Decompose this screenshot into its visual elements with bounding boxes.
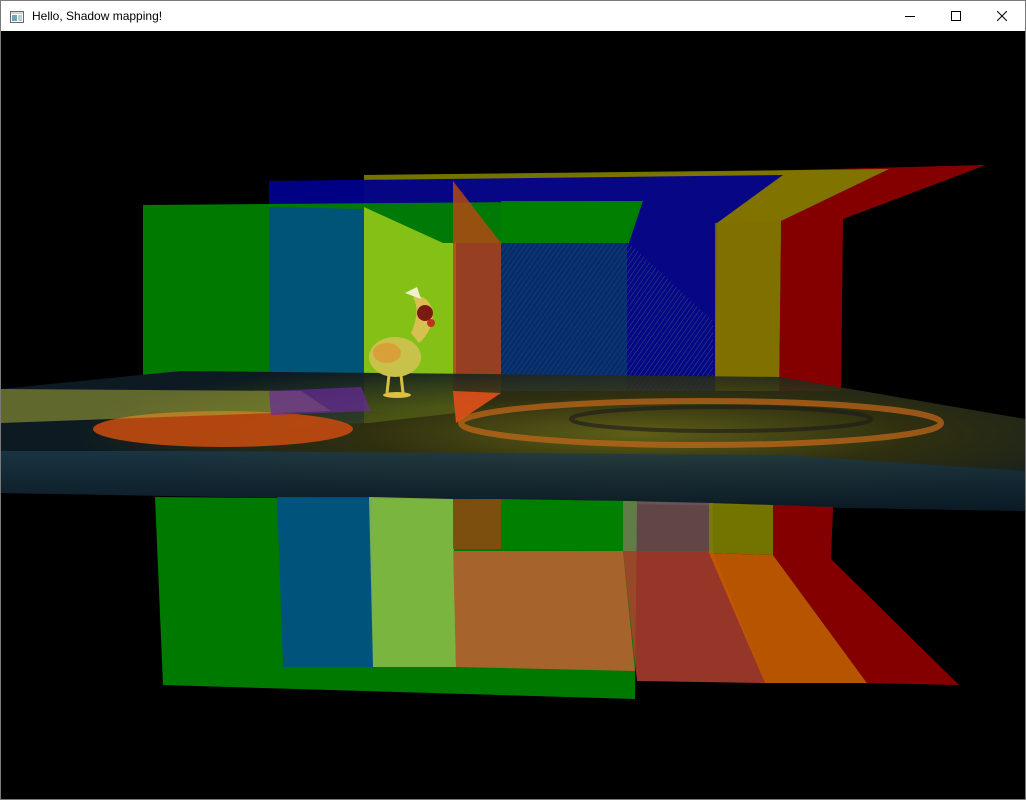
blue-reflection-panel (277, 497, 373, 667)
app-window-icon (10, 10, 24, 23)
brown-reflection-strip (453, 499, 503, 549)
olive-side-wall (715, 221, 781, 391)
close-button[interactable] (979, 1, 1025, 31)
window-title: Hello, Shadow mapping! (32, 9, 163, 23)
lime-reflection-panel (369, 497, 456, 667)
orange-reflection-panel (453, 551, 635, 671)
maximize-button[interactable] (933, 1, 979, 31)
hatched-reflection (623, 501, 713, 551)
shadow-mapping-scene (1, 165, 1025, 699)
floor-purple-patch (269, 387, 371, 415)
minimize-button[interactable] (887, 1, 933, 31)
minimize-icon (905, 16, 915, 17)
olive-reflection-panel (709, 503, 773, 555)
green-reflection-inner (501, 499, 623, 551)
render-viewport[interactable] (1, 31, 1025, 799)
app-window: Hello, Shadow mapping! (0, 0, 1026, 800)
close-icon (997, 11, 1007, 21)
teal-interior (501, 241, 627, 391)
title-bar[interactable]: Hello, Shadow mapping! (1, 1, 1025, 31)
maximize-icon (951, 11, 961, 21)
caption-buttons (887, 1, 1025, 31)
